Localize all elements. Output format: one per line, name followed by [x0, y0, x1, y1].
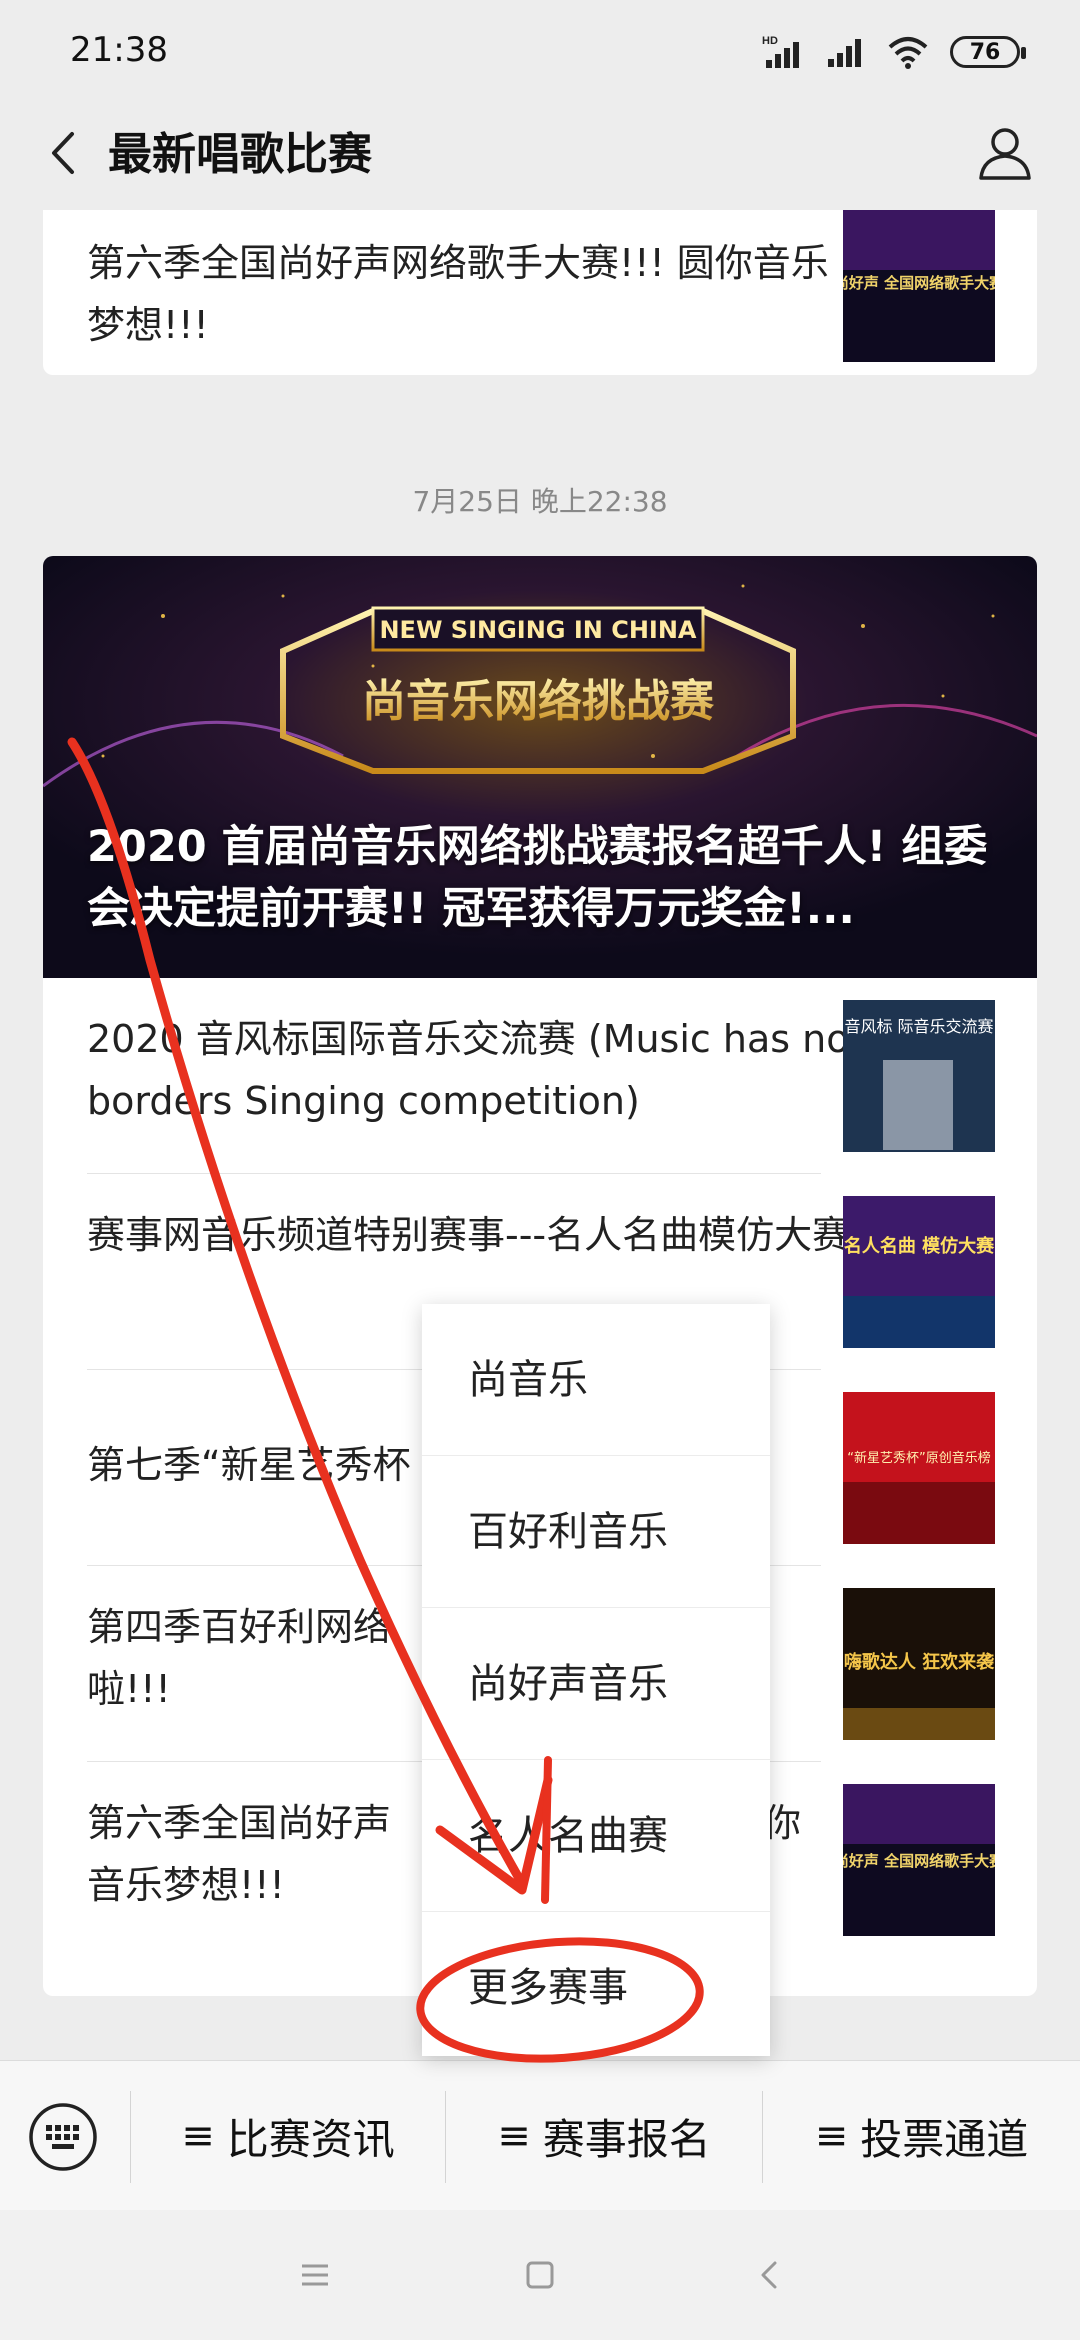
menu-lines-icon: ≡	[497, 2113, 531, 2159]
back-nav-icon[interactable]	[745, 2250, 795, 2300]
back-icon[interactable]	[30, 118, 100, 188]
menu-lines-icon: ≡	[814, 2113, 849, 2159]
article-thumbnail: 尚好声 全国网络歌手大赛	[843, 1784, 995, 1936]
menu-tab-registration[interactable]: ≡ 赛事报名	[446, 2061, 762, 2211]
article-thumbnail: 尚好声 全国网络歌手大赛	[843, 210, 995, 362]
svg-text:NEW SINGING IN CHINA: NEW SINGING IN CHINA	[379, 616, 696, 644]
article-thumbnail: “新星艺秀杯”原创音乐榜	[843, 1392, 995, 1544]
keyboard-icon[interactable]	[24, 2101, 102, 2173]
menu-tab-match-news[interactable]: ≡ 比赛资讯	[131, 2061, 445, 2211]
menu-item-more-events[interactable]: 更多赛事	[422, 1912, 770, 2064]
svg-text:尚音乐网络挑战赛: 尚音乐网络挑战赛	[362, 676, 715, 727]
wifi-icon	[888, 37, 928, 69]
menu-icon[interactable]	[290, 2250, 340, 2300]
submenu-popup: 尚音乐 百好利音乐 尚好声音乐 名人名曲赛 更多赛事	[422, 1304, 770, 2056]
article-title: 第六季全国尚好声网络歌手大赛!!! 圆你音乐梦想!!!	[87, 241, 829, 347]
timestamp: 7月25日 晚上22:38	[412, 485, 668, 518]
article-title: 2020 音风标国际音乐交流赛 (Music has no borders Si…	[87, 1017, 850, 1123]
svg-text:尚好声 全国网络歌手大赛: 尚好声 全国网络歌手大赛	[843, 274, 995, 292]
list-item[interactable]: 2020 音风标国际音乐交流赛 (Music has no borders Si…	[43, 978, 1037, 1174]
article-title: 赛事网音乐频道特别赛事---名人名曲模仿大赛	[87, 1213, 851, 1257]
article-thumbnail: 名人名曲 模仿大赛	[843, 1196, 995, 1348]
bottom-menu-bar: ≡ 比赛资讯 ≡ 赛事报名 ≡ 投票通道	[0, 2060, 1080, 2210]
svg-text:嗨歌达人 狂欢来袭: 嗨歌达人 狂欢来袭	[844, 1651, 995, 1673]
menu-tab-label: 投票通道	[860, 2114, 1029, 2164]
menu-lines-icon: ≡	[181, 2113, 215, 2159]
menu-item-shangyinyue[interactable]: 尚音乐	[422, 1304, 770, 1456]
banner-article[interactable]: NEW SINGING IN CHINA 尚音乐网络挑战赛 2020 首届尚音乐…	[43, 556, 1037, 978]
article-thumbnail: 音风标 际音乐交流赛	[843, 1000, 995, 1152]
svg-text:HD: HD	[762, 35, 778, 47]
menu-item-mingren[interactable]: 名人名曲赛	[422, 1760, 770, 1912]
status-bar: 21:38 HD 76	[0, 0, 1080, 100]
menu-tab-label: 比赛资讯	[226, 2114, 395, 2164]
menu-tab-voting[interactable]: ≡ 投票通道	[763, 2061, 1080, 2211]
svg-text:音风标 际音乐交流赛: 音风标 际音乐交流赛	[844, 1017, 993, 1036]
signal-hd-icon: HD	[762, 35, 799, 68]
signal-icon	[828, 39, 861, 67]
profile-icon[interactable]	[970, 118, 1040, 188]
menu-item-baihaoli[interactable]: 百好利音乐	[422, 1456, 770, 1608]
article-thumbnail: 嗨歌达人 狂欢来袭	[843, 1588, 995, 1740]
status-icons: HD 76	[762, 30, 1026, 74]
status-time: 21:38	[70, 30, 168, 70]
battery-indicator: 76	[950, 36, 1026, 68]
article-title-tail: 你	[763, 1801, 802, 1845]
svg-text:尚好声 全国网络歌手大赛: 尚好声 全国网络歌手大赛	[843, 1852, 995, 1870]
menu-item-shanghaosheng[interactable]: 尚好声音乐	[422, 1608, 770, 1760]
menu-tab-label: 赛事报名	[542, 2114, 711, 2164]
system-nav-bar	[0, 2210, 1080, 2340]
article-card-previous[interactable]: 第六季全国尚好声网络歌手大赛!!! 圆你音乐梦想!!! 尚好声 全国网络歌手大赛	[43, 210, 1037, 375]
banner-title: 2020 首届尚音乐网络挑战赛报名超千人! 组委会决定提前开赛!! 冠军获得万元…	[87, 822, 988, 934]
header: 最新唱歌比赛	[0, 100, 1080, 210]
svg-text:“新星艺秀杯”原创音乐榜: “新星艺秀杯”原创音乐榜	[847, 1450, 990, 1466]
home-icon[interactable]	[515, 2250, 565, 2300]
svg-text:名人名曲 模仿大赛: 名人名曲 模仿大赛	[844, 1235, 995, 1257]
page-title: 最新唱歌比赛	[108, 129, 372, 180]
